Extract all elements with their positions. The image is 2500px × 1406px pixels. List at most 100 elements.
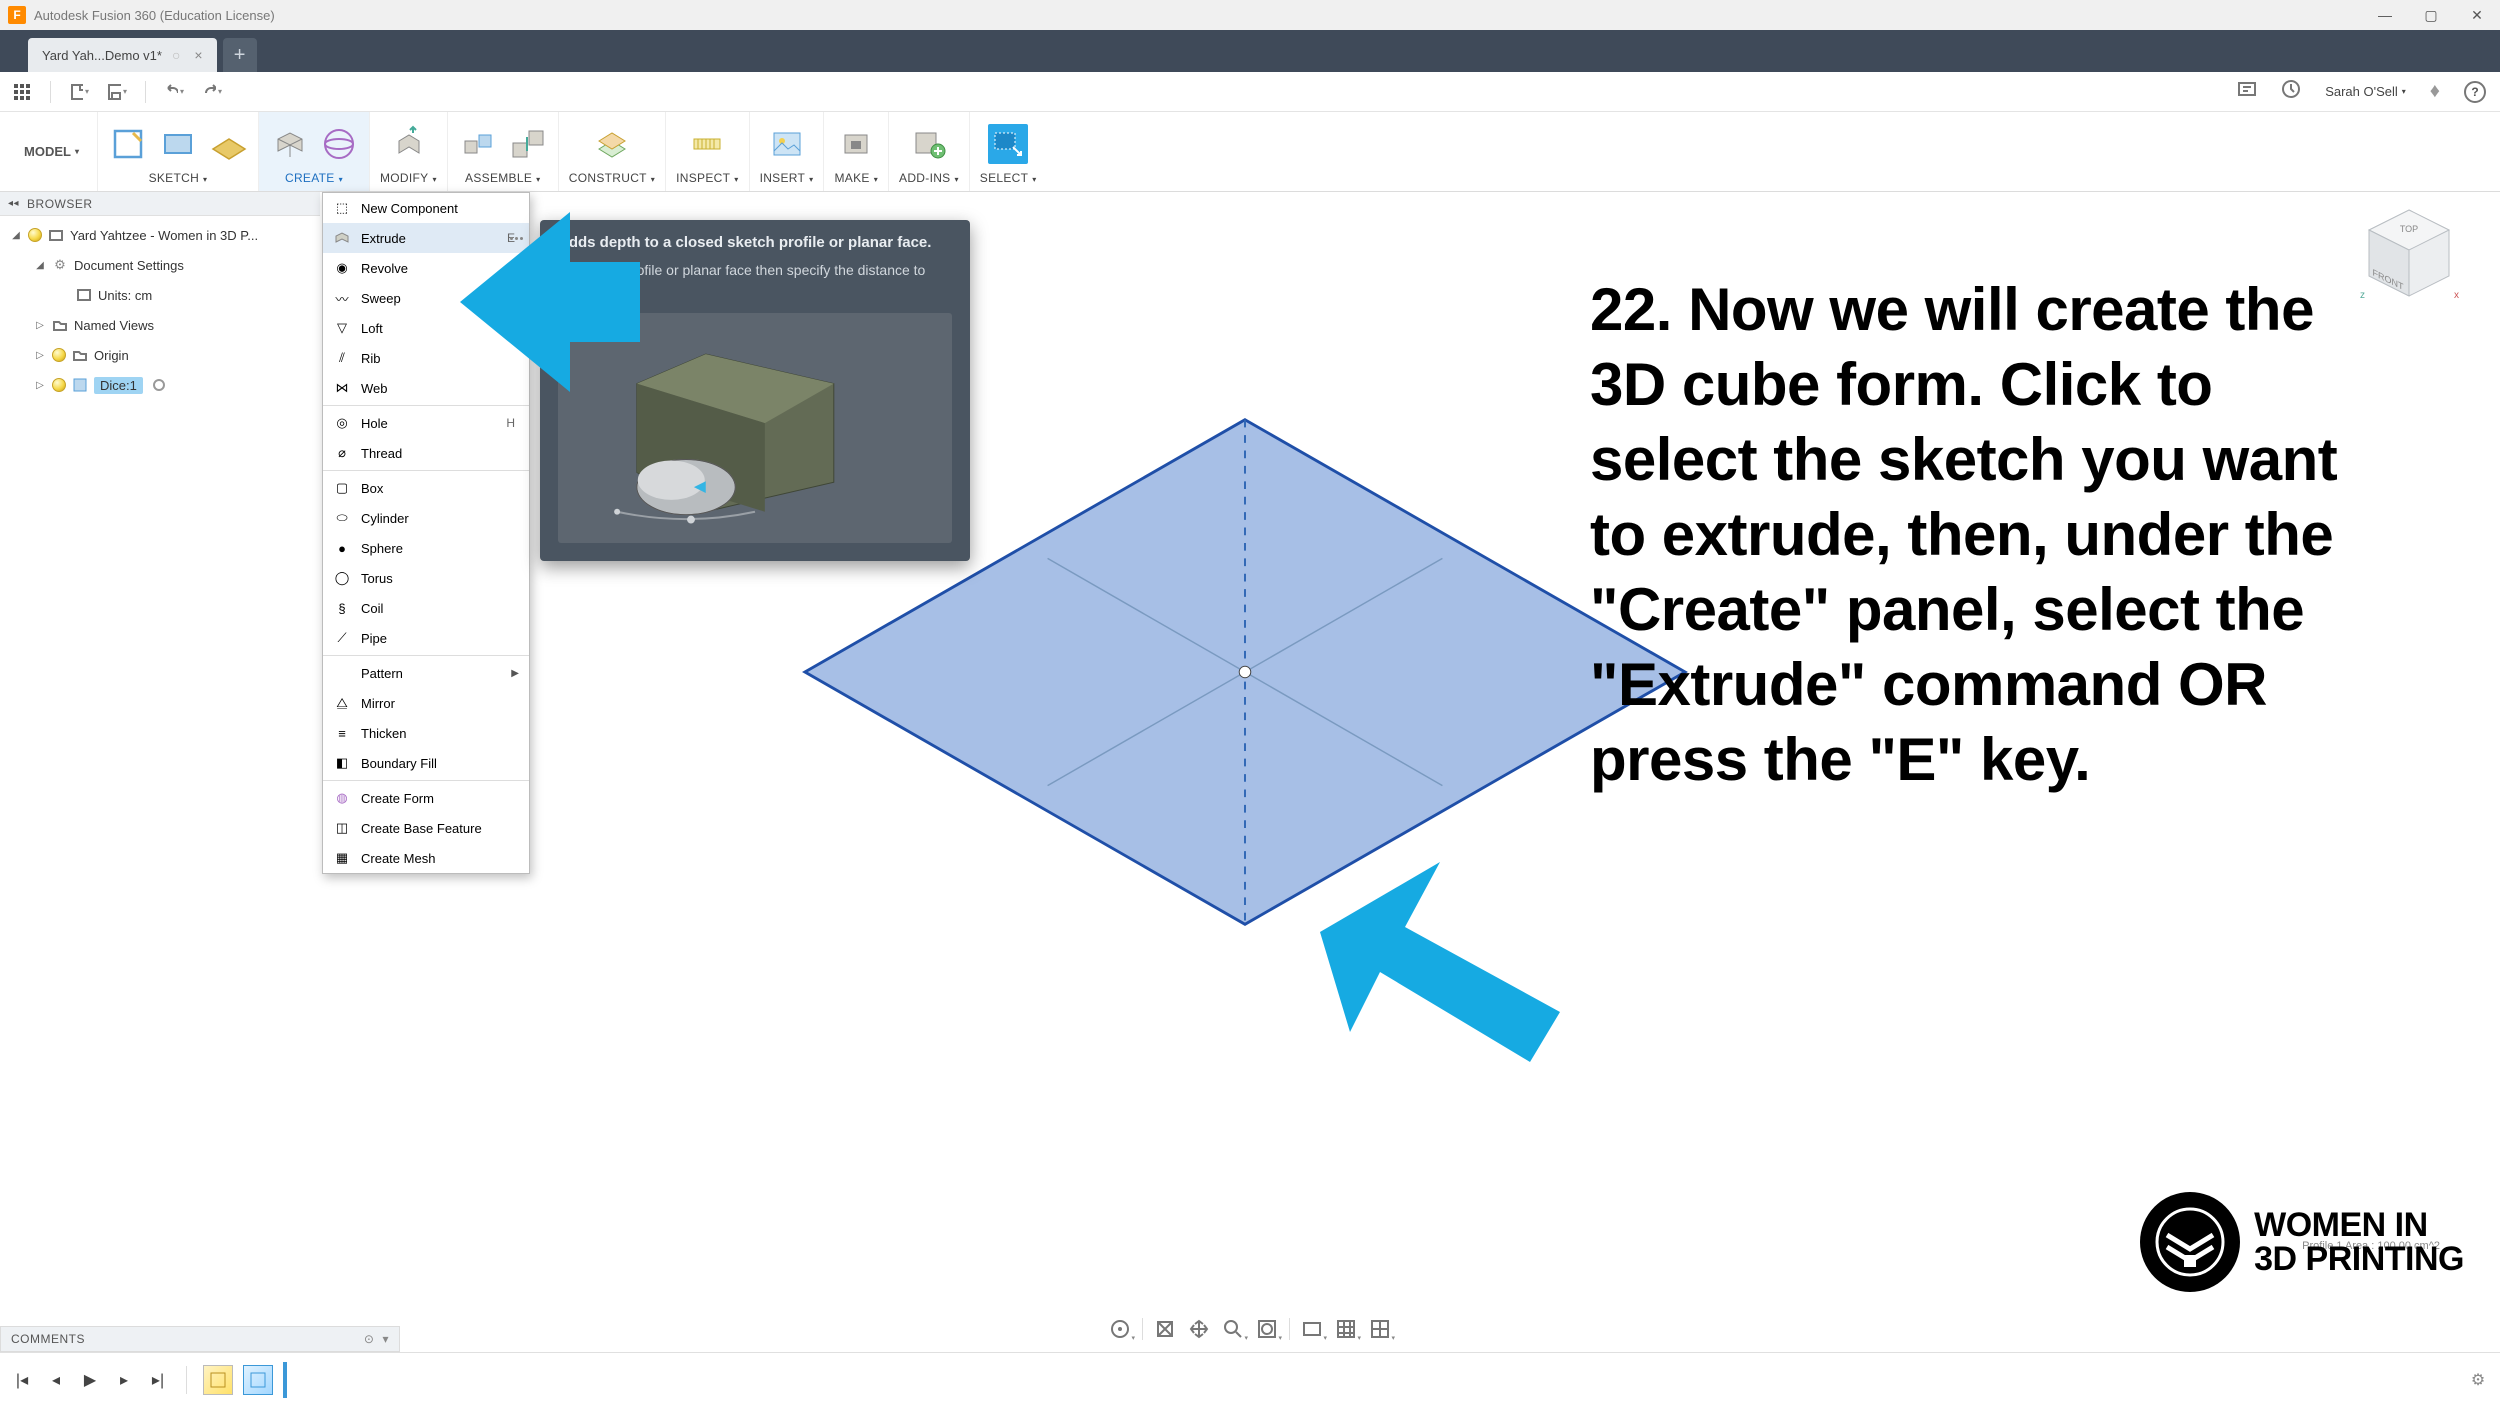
- sketch-plane-icon[interactable]: [208, 124, 248, 164]
- timeline-settings-icon[interactable]: ⚙: [2466, 1368, 2490, 1392]
- menu-item-coil[interactable]: §Coil: [323, 593, 529, 623]
- tree-row-docsettings[interactable]: ◢ ⚙ Document Settings: [0, 250, 320, 280]
- create-form-icon[interactable]: [319, 124, 359, 164]
- mesh-icon: ▦: [333, 849, 351, 867]
- timeline-next-icon[interactable]: ▸: [112, 1368, 136, 1392]
- pan-icon[interactable]: [1185, 1315, 1213, 1343]
- view-cube[interactable]: TOP FRONT RIGHT z x: [2354, 198, 2464, 308]
- select-tool-icon[interactable]: [988, 124, 1028, 164]
- close-tab-button[interactable]: ×: [190, 47, 206, 63]
- activate-radio-icon[interactable]: [153, 379, 165, 391]
- timeline-feature-1[interactable]: [203, 1365, 233, 1395]
- ribbon-group-inspect: INSPECT: [666, 112, 749, 191]
- fit-icon[interactable]: ▾: [1253, 1315, 1281, 1343]
- timeline-play-icon[interactable]: ▶: [78, 1368, 102, 1392]
- modify-presspull-icon[interactable]: [388, 124, 428, 164]
- orbit-icon[interactable]: ▾: [1106, 1315, 1134, 1343]
- expand-icon[interactable]: ◢: [10, 230, 22, 241]
- menu-item-torus[interactable]: ◯Torus: [323, 563, 529, 593]
- menu-item-label: Thread: [361, 446, 402, 461]
- assemble-joint-icon[interactable]: [458, 124, 498, 164]
- ribbon-label-select[interactable]: SELECT: [980, 171, 1037, 189]
- menu-item-thicken[interactable]: ≡Thicken: [323, 718, 529, 748]
- tree-row-origin[interactable]: ▷ Origin: [0, 340, 320, 370]
- viewport-layout-icon[interactable]: ▾: [1366, 1315, 1394, 1343]
- ribbon-label-insert[interactable]: INSERT: [760, 171, 814, 189]
- addins-scripts-icon[interactable]: [909, 124, 949, 164]
- data-panel-icon[interactable]: [12, 82, 32, 102]
- menu-item-create-form[interactable]: ◍Create Form: [323, 783, 529, 813]
- menu-item-sphere[interactable]: ●Sphere: [323, 533, 529, 563]
- collapse-browser-icon[interactable]: ◂◂: [8, 198, 19, 209]
- browser-header[interactable]: ◂◂ BROWSER: [0, 192, 320, 216]
- extensions-icon[interactable]: [2237, 79, 2257, 104]
- look-at-icon[interactable]: [1151, 1315, 1179, 1343]
- close-window-button[interactable]: ✕: [2454, 0, 2500, 30]
- tree-row-root[interactable]: ◢ Yard Yahtzee - Women in 3D P...: [0, 220, 320, 250]
- create-extrude-icon[interactable]: [269, 124, 309, 164]
- menu-item-label: Rib: [361, 351, 381, 366]
- ribbon-label-addins[interactable]: ADD-INS: [899, 171, 959, 189]
- comments-settings-icon[interactable]: ⊙: [364, 1332, 375, 1346]
- sphere-icon: ●: [333, 539, 351, 557]
- notifications-icon[interactable]: ♦: [2430, 80, 2440, 103]
- expand-icon[interactable]: ▷: [34, 320, 46, 331]
- help-icon[interactable]: ?: [2464, 81, 2486, 103]
- redo-icon[interactable]: [202, 82, 222, 102]
- minimize-button[interactable]: —: [2362, 0, 2408, 30]
- ribbon-label-create[interactable]: CREATE: [285, 171, 343, 189]
- comments-expand-icon[interactable]: ▾: [382, 1332, 389, 1346]
- menu-item-mirror[interactable]: ⧋Mirror: [323, 688, 529, 718]
- comments-panel-header[interactable]: COMMENTS ⊙ ▾: [0, 1326, 400, 1352]
- menu-item-boundary-fill[interactable]: ◧Boundary Fill: [323, 748, 529, 778]
- make-3dprint-icon[interactable]: [836, 124, 876, 164]
- inspect-measure-icon[interactable]: [687, 124, 727, 164]
- menu-item-cylinder[interactable]: ⬭Cylinder: [323, 503, 529, 533]
- maximize-button[interactable]: ▢: [2408, 0, 2454, 30]
- expand-icon[interactable]: ▷: [34, 380, 46, 391]
- document-tab[interactable]: Yard Yah...Demo v1* ○ ×: [28, 38, 217, 72]
- save-icon[interactable]: [107, 82, 127, 102]
- units-icon: [76, 287, 92, 303]
- display-settings-icon[interactable]: ▾: [1298, 1315, 1326, 1343]
- folder-icon: [72, 347, 88, 363]
- menu-item-pattern[interactable]: Pattern▶: [323, 658, 529, 688]
- job-status-icon[interactable]: [2281, 79, 2301, 104]
- timeline-start-icon[interactable]: |◂: [10, 1368, 34, 1392]
- ribbon-label-make[interactable]: MAKE: [834, 171, 878, 189]
- tree-row-sketch1[interactable]: ▷ Dice:1: [0, 370, 320, 400]
- ribbon-label-construct[interactable]: CONSTRUCT: [569, 171, 655, 189]
- menu-item-create-mesh[interactable]: ▦Create Mesh: [323, 843, 529, 873]
- insert-decal-icon[interactable]: [767, 124, 807, 164]
- undo-icon[interactable]: [164, 82, 184, 102]
- expand-icon[interactable]: ◢: [34, 260, 46, 271]
- timeline-prev-icon[interactable]: ◂: [44, 1368, 68, 1392]
- menu-item-label: Coil: [361, 601, 383, 616]
- timeline-end-icon[interactable]: ▸|: [146, 1368, 170, 1392]
- new-tab-button[interactable]: +: [223, 38, 257, 72]
- menu-item-create-base-feature[interactable]: ◫Create Base Feature: [323, 813, 529, 843]
- file-menu-icon[interactable]: [69, 82, 89, 102]
- ribbon-label-sketch[interactable]: SKETCH: [149, 171, 208, 189]
- sketch-rectangle-icon[interactable]: [158, 124, 198, 164]
- timeline-feature-2[interactable]: [243, 1365, 273, 1395]
- ribbon-label-assemble[interactable]: ASSEMBLE: [465, 171, 540, 189]
- timeline-marker[interactable]: [283, 1362, 287, 1398]
- ribbon-label-inspect[interactable]: INSPECT: [676, 171, 738, 189]
- construct-plane-icon[interactable]: [592, 124, 632, 164]
- workspace-switcher[interactable]: MODEL▾: [10, 112, 98, 191]
- visibility-bulb-icon[interactable]: [52, 348, 66, 362]
- sketch-create-icon[interactable]: [108, 124, 148, 164]
- menu-item-box[interactable]: ▢Box: [323, 473, 529, 503]
- tree-row-units[interactable]: Units: cm: [0, 280, 320, 310]
- menu-item-pipe[interactable]: ⟋Pipe: [323, 623, 529, 653]
- expand-icon[interactable]: ▷: [34, 350, 46, 361]
- visibility-bulb-icon[interactable]: [52, 378, 66, 392]
- user-menu[interactable]: Sarah O'Sell▾: [2325, 84, 2406, 99]
- grid-settings-icon[interactable]: ▾: [1332, 1315, 1360, 1343]
- visibility-bulb-icon[interactable]: [28, 228, 42, 242]
- zoom-icon[interactable]: ▾: [1219, 1315, 1247, 1343]
- ribbon-label-modify[interactable]: MODIFY: [380, 171, 437, 189]
- tree-row-namedviews[interactable]: ▷ Named Views: [0, 310, 320, 340]
- assemble-component-icon[interactable]: [508, 124, 548, 164]
